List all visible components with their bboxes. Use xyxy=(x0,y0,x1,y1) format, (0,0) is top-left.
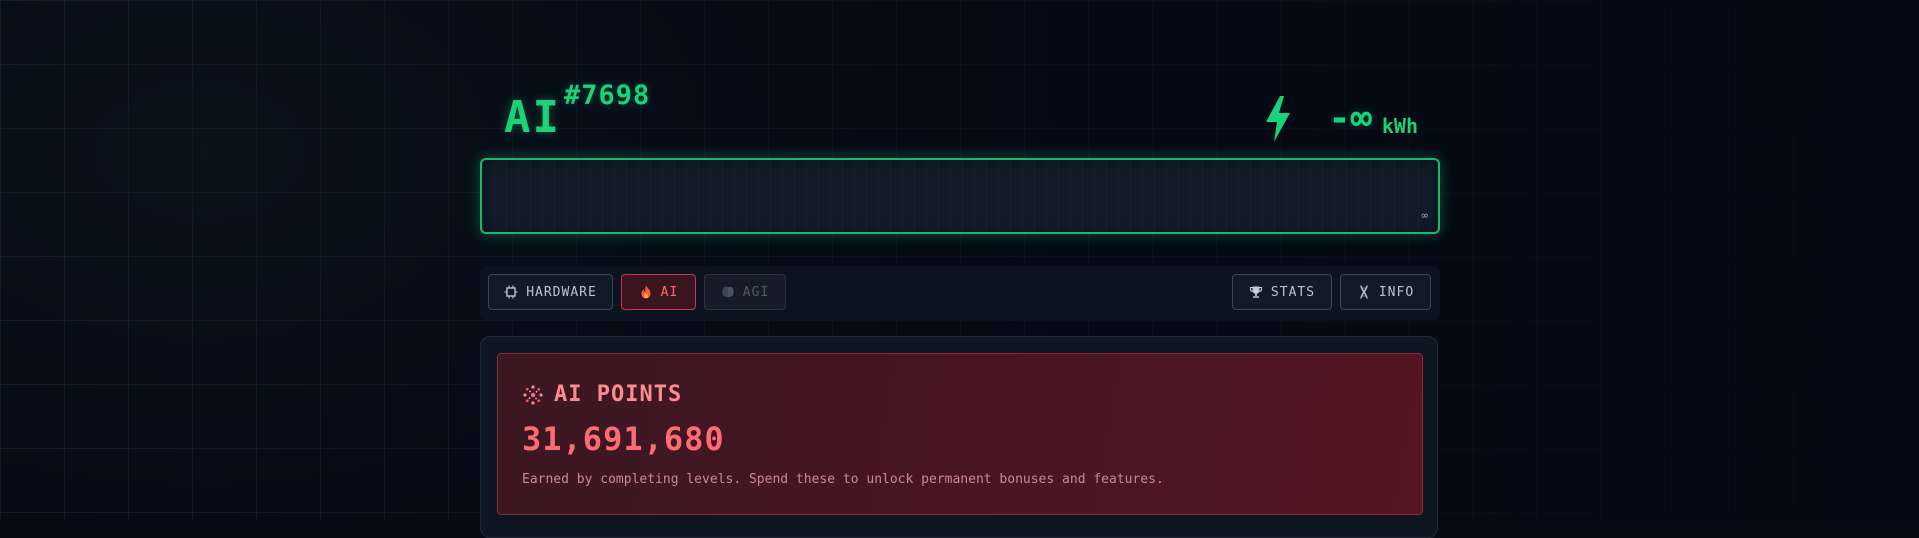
page-title: AI xyxy=(504,92,561,143)
brain-icon xyxy=(721,286,734,298)
tab-bar: HARDWARE AI AGI STATS INFO xyxy=(480,266,1440,320)
tab-agi-label: AGI xyxy=(742,284,770,300)
ai-points-description: Earned by completing levels. Spend these… xyxy=(522,472,1164,487)
tab-ai-label: AI xyxy=(660,284,679,300)
tab-agi[interactable]: AGI xyxy=(704,274,786,310)
ai-points-card: AI POINTS 31,691,680 Earned by completin… xyxy=(497,353,1423,515)
ai-points-value: 31,691,680 xyxy=(522,420,725,458)
header: AI #7698 -∞ kWh xyxy=(480,80,1440,150)
tab-stats-label: STATS xyxy=(1270,284,1316,300)
card-header: AI POINTS xyxy=(522,382,682,407)
tab-hardware-label: HARDWARE xyxy=(526,284,597,300)
dna-icon xyxy=(1360,285,1368,299)
tab-stats[interactable]: STATS xyxy=(1232,274,1332,310)
main-container: AI #7698 -∞ kWh ∞ HARDWARE AI AGI STATS … xyxy=(480,0,1440,538)
card-title: AI POINTS xyxy=(554,382,683,407)
progress-label: ∞ xyxy=(1421,209,1428,222)
tab-hardware[interactable]: HARDWARE xyxy=(488,274,613,310)
trophy-icon xyxy=(1249,286,1262,298)
energy-unit: kWh xyxy=(1381,114,1418,138)
lightning-bolt-icon xyxy=(1266,96,1290,142)
flame-icon xyxy=(641,285,651,299)
sparkle-icon xyxy=(523,384,543,405)
tab-ai[interactable]: AI xyxy=(621,274,696,310)
instance-id: #7698 xyxy=(564,80,651,111)
tab-info-label: INFO xyxy=(1378,284,1415,300)
progress-texture xyxy=(482,160,1438,232)
tab-info[interactable]: INFO xyxy=(1340,274,1431,310)
energy-value: -∞ xyxy=(1328,98,1372,139)
cpu-icon xyxy=(504,285,518,299)
energy-readout: -∞ kWh xyxy=(1218,94,1418,144)
progress-bar: ∞ xyxy=(480,158,1440,234)
content-panel: AI POINTS 31,691,680 Earned by completin… xyxy=(480,336,1438,538)
